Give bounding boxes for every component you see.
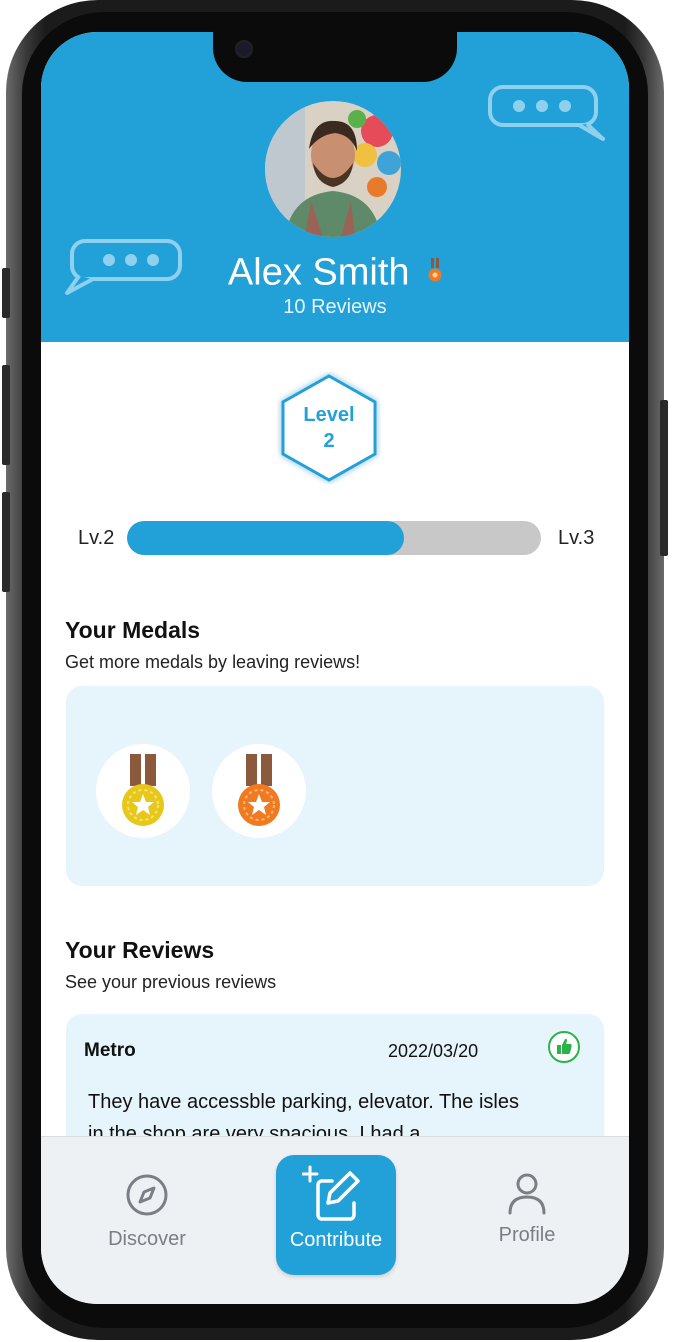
nav-discover[interactable]: Discover bbox=[97, 1137, 197, 1251]
gold-star-medal-icon bbox=[122, 754, 164, 826]
level-progress-bar bbox=[127, 521, 541, 555]
avatar-photo bbox=[265, 101, 401, 237]
avatar[interactable] bbox=[265, 101, 401, 237]
reviews-count: 10 Reviews bbox=[283, 296, 387, 318]
medals-panel bbox=[66, 686, 604, 886]
thumbs-up-icon bbox=[548, 1031, 580, 1063]
nav-contribute-button[interactable]: Contribute bbox=[276, 1155, 396, 1275]
compass-icon bbox=[126, 1174, 168, 1216]
reviews-subtitle: See your previous reviews bbox=[65, 972, 277, 992]
medal-item[interactable] bbox=[96, 744, 190, 838]
bronze-star-medal-icon bbox=[238, 754, 280, 826]
medals-title: Your Medals bbox=[65, 617, 201, 643]
power-button bbox=[660, 400, 668, 556]
camera-icon bbox=[235, 40, 253, 58]
person-icon bbox=[508, 1173, 546, 1215]
phone-notch bbox=[213, 32, 457, 82]
app-screen: Alex Smith 10 Reviews Level 2 Lv.2 Lv.3 … bbox=[41, 32, 629, 1304]
reviews-title: Your Reviews bbox=[65, 937, 215, 963]
bottom-navigation: Discover Contribute Profile bbox=[41, 1136, 629, 1304]
profile-name-row: Alex Smith bbox=[41, 250, 629, 294]
nav-profile[interactable]: Profile bbox=[477, 1137, 577, 1247]
volume-down-button bbox=[2, 492, 10, 592]
level-hexagon-badge bbox=[281, 374, 377, 482]
nav-contribute-label: Contribute bbox=[289, 1229, 383, 1251]
volume-up-button bbox=[2, 365, 10, 465]
profile-name: Alex Smith bbox=[227, 251, 410, 294]
review-place: Metro bbox=[84, 1040, 136, 1061]
nav-profile-label: Profile bbox=[498, 1224, 556, 1246]
level-label: Level bbox=[303, 404, 355, 426]
add-edit-icon bbox=[302, 1165, 360, 1221]
progress-current-level: Lv.2 bbox=[78, 527, 115, 549]
chat-bubble-icon bbox=[488, 85, 605, 141]
level-number: 2 bbox=[323, 430, 335, 452]
review-date: 2022/03/20 bbox=[388, 1041, 479, 1061]
mute-switch bbox=[2, 268, 10, 318]
medal-item[interactable] bbox=[212, 744, 306, 838]
level-progress-fill bbox=[127, 521, 405, 555]
medals-subtitle: Get more medals by leaving reviews! bbox=[65, 652, 361, 672]
progress-next-level: Lv.3 bbox=[558, 527, 595, 549]
nav-discover-label: Discover bbox=[108, 1228, 186, 1250]
bronze-medal-icon bbox=[428, 251, 442, 294]
